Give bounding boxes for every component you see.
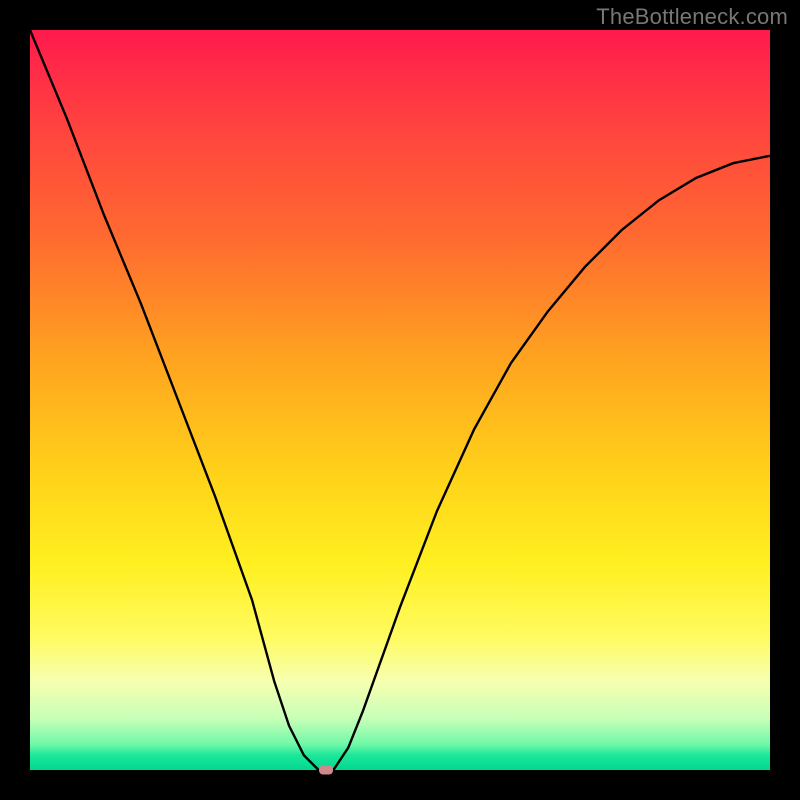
plot-area bbox=[30, 30, 770, 770]
chart-frame: TheBottleneck.com bbox=[0, 0, 800, 800]
attribution-text: TheBottleneck.com bbox=[596, 4, 788, 30]
min-marker bbox=[319, 766, 333, 775]
bottleneck-curve bbox=[30, 30, 770, 770]
